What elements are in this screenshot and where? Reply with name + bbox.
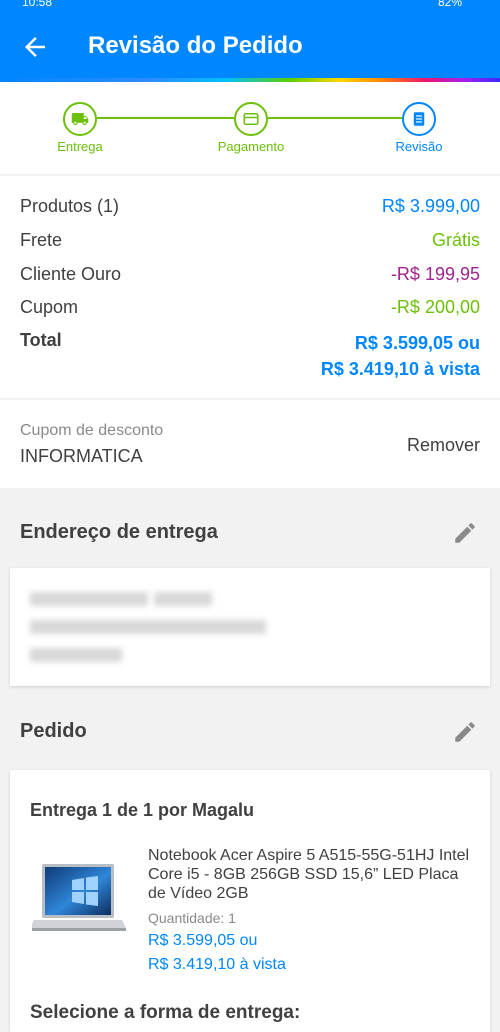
order-card: Entrega 1 de 1 por Magalu Notebook Acer …: [10, 770, 490, 1032]
battery-level: 82%: [437, 0, 462, 9]
step-connector: [97, 117, 234, 119]
page-title: Revisão do Pedido: [88, 32, 303, 59]
product-price-cash: R$ 3.419,10 à vista: [148, 956, 286, 973]
document-icon: [413, 112, 425, 126]
product-image: [32, 864, 126, 931]
truck-icon: [71, 113, 89, 125]
gold-label: Cliente Ouro: [20, 264, 122, 284]
product-price-installment: R$ 3.599,05 ou: [148, 932, 258, 949]
step-label-entrega: Entrega: [57, 139, 103, 154]
summary-row-products: Produtos (1) R$ 3.999,00: [20, 196, 480, 217]
redacted-text: [30, 592, 148, 606]
address-card: [10, 568, 490, 686]
shipping-label: Frete: [20, 230, 63, 250]
step-revisao[interactable]: [402, 102, 436, 136]
step-label-revisao: Revisão: [395, 139, 443, 154]
coupon-discount-value: -R$ 200,00: [390, 297, 480, 317]
delivery-title: Entrega 1 de 1 por Magalu: [30, 800, 255, 820]
total-value: R$ 3.599,05 ou R$ 3.419,10 à vista: [321, 330, 480, 382]
order-summary: Produtos (1) R$ 3.999,00 Frete Grátis Cl…: [0, 176, 500, 398]
coupon-section: Cupom de desconto INFORMATICA Remover: [0, 400, 500, 488]
card-icon: [243, 113, 259, 125]
product-quantity: Quantidade: 1: [148, 910, 236, 926]
back-arrow-icon[interactable]: [20, 32, 50, 62]
summary-row-coupon: Cupom -R$ 200,00: [20, 297, 480, 318]
status-time: 10:58: [22, 0, 53, 9]
address-section-title: Endereço de entrega: [20, 521, 218, 543]
redacted-text: [30, 620, 266, 634]
coupon-label: Cupom de desconto: [20, 422, 164, 439]
total-installment: R$ 3.599,05 ou: [354, 333, 480, 353]
step-connector: [268, 117, 402, 119]
coupon-code: INFORMATICA: [20, 446, 143, 466]
status-bar: 10:58 82%: [0, 0, 500, 14]
gold-value: -R$ 199,95: [390, 264, 480, 284]
products-value: R$ 3.999,00: [381, 196, 480, 216]
order-section-title: Pedido: [20, 720, 87, 742]
remove-coupon-button[interactable]: Remover: [407, 435, 480, 456]
step-entrega[interactable]: [63, 102, 97, 136]
edit-order-icon[interactable]: [452, 719, 478, 745]
edit-address-icon[interactable]: [452, 520, 478, 546]
summary-row-total: Total R$ 3.599,05 ou R$ 3.419,10 à vista: [20, 330, 480, 382]
app-bar: Revisão do Pedido: [0, 14, 500, 78]
total-cash: R$ 3.419,10 à vista: [320, 359, 480, 379]
total-label: Total: [20, 330, 62, 350]
redacted-text: [30, 648, 122, 662]
coupon-discount-label: Cupom: [20, 297, 79, 317]
redacted-text: [154, 592, 212, 606]
summary-row-gold: Cliente Ouro -R$ 199,95: [20, 264, 480, 285]
shipping-value: Grátis: [431, 230, 480, 250]
summary-row-shipping: Frete Grátis: [20, 230, 480, 251]
checkout-stepper: Entrega Pagamento Revisão: [0, 82, 500, 174]
product-name: Notebook Acer Aspire 5 A515-55G-51HJ Int…: [148, 847, 470, 902]
step-pagamento[interactable]: [234, 102, 268, 136]
select-shipping-title: Selecione a forma de entrega:: [30, 1002, 301, 1023]
step-label-pagamento: Pagamento: [217, 139, 285, 154]
products-label: Produtos (1): [20, 196, 120, 216]
